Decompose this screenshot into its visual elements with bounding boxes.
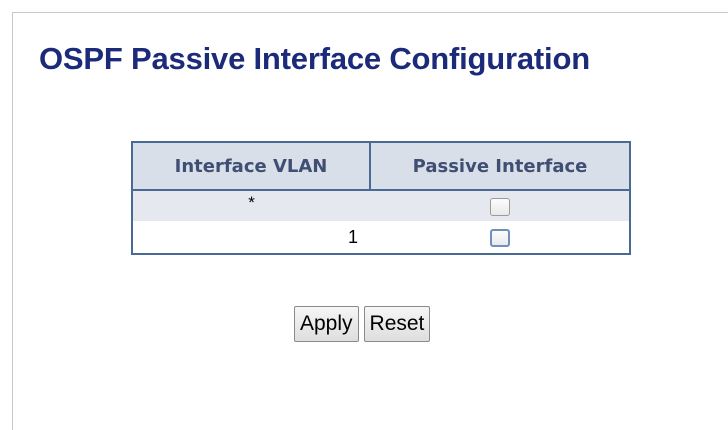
table-row: 1 [132,221,630,254]
table-row-global: * [132,190,630,221]
passive-interface-table: Interface VLAN Passive Interface * 1 [131,141,631,255]
reset-button[interactable]: Reset [363,306,431,342]
content-frame: OSPF Passive Interface Configuration Int… [12,12,728,430]
header-interface-vlan: Interface VLAN [131,141,371,191]
apply-button[interactable]: Apply [294,306,359,342]
vlan-cell: 1 [132,221,370,254]
table-header-row: Interface VLAN Passive Interface [131,141,631,191]
passive-checkbox-global[interactable] [489,197,510,216]
passive-cell-global [370,190,630,221]
passive-cell [370,221,630,254]
vlan-wildcard: * [248,192,255,212]
vlan-cell-global: * [132,190,370,221]
passive-checkbox-vlan-1[interactable] [489,228,510,247]
page-title: OSPF Passive Interface Configuration [39,41,590,76]
form-buttons: Apply Reset [294,306,431,342]
header-passive-interface: Passive Interface [369,141,631,191]
